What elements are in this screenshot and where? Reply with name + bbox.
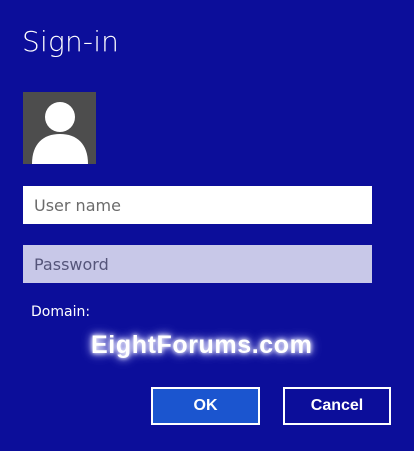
ok-button[interactable]: OK — [151, 387, 260, 425]
password-input[interactable] — [23, 245, 372, 283]
cancel-button[interactable]: Cancel — [283, 387, 391, 425]
dialog-title: Sign-in — [22, 25, 120, 58]
watermark-text: EightForums.com — [91, 331, 313, 359]
username-input[interactable] — [23, 186, 372, 224]
domain-label: Domain: — [31, 304, 91, 320]
user-silhouette-icon — [32, 102, 88, 164]
user-avatar — [23, 92, 96, 164]
